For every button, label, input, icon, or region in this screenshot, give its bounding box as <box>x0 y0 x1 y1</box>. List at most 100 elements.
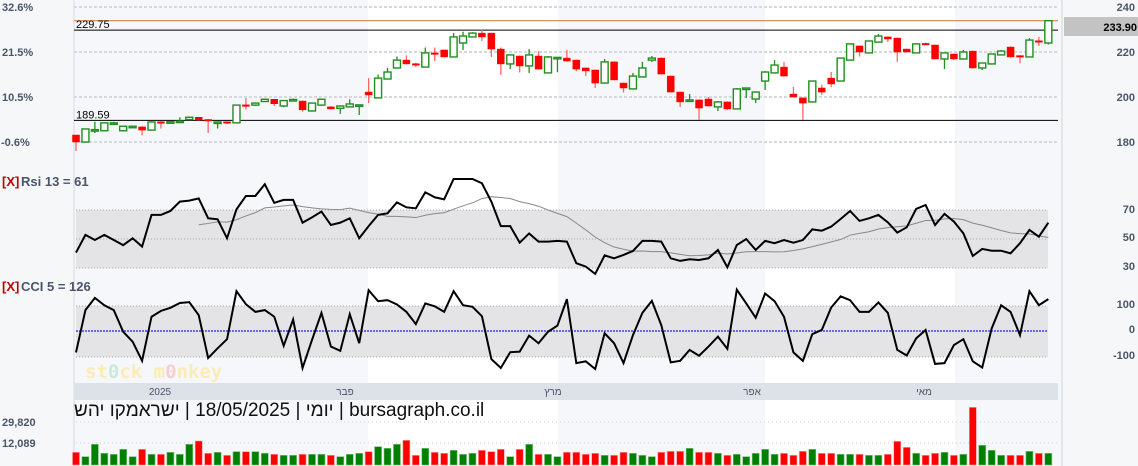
volume-bar <box>931 453 939 466</box>
candle-up <box>978 62 987 69</box>
candle-up <box>751 91 760 100</box>
chart-title: יומי | 18/05/2025 | ישראמקו יהש | bursag… <box>74 400 484 421</box>
candle-down <box>610 61 618 81</box>
cci-tick: 0 <box>1129 324 1135 336</box>
candle-down <box>194 117 203 121</box>
candle-up <box>874 35 883 43</box>
candle-down <box>327 106 335 110</box>
candle-up <box>307 102 317 112</box>
stock-monkey-logo: st0ck m0nkey <box>85 361 222 383</box>
volume-bar <box>657 452 666 466</box>
candle-up <box>373 77 383 99</box>
candle-up <box>987 53 996 65</box>
candle-down <box>666 75 675 93</box>
cci-close-button[interactable]: [X] <box>2 279 19 294</box>
candle-down <box>1006 46 1015 58</box>
candle-down <box>789 93 798 98</box>
volume-bar <box>836 454 845 466</box>
candle-down <box>657 57 666 75</box>
volume-bar <box>817 453 826 466</box>
volume-bar <box>921 455 930 466</box>
candle-down <box>827 77 835 85</box>
volume-bar <box>487 451 496 466</box>
volume-bar <box>770 454 779 466</box>
volume-bar <box>336 456 345 466</box>
rsi-tick: 30 <box>1123 261 1135 273</box>
volume-bar <box>959 454 968 466</box>
volume-bar <box>742 456 751 466</box>
candle-up <box>628 75 638 90</box>
candle-up <box>260 98 269 103</box>
volume-bar <box>81 456 90 466</box>
volume-bar <box>714 453 722 466</box>
volume-bar <box>912 453 920 466</box>
volume-bar <box>317 454 326 466</box>
volume-bar <box>468 453 477 466</box>
candle-down <box>1035 40 1043 43</box>
volume-bar <box>119 449 127 466</box>
volume-bar <box>874 455 883 466</box>
candle-down <box>818 87 826 93</box>
volume-bar <box>525 444 533 466</box>
volume-bar <box>383 448 392 466</box>
candle-down <box>921 43 930 46</box>
candle-down <box>780 66 788 77</box>
volume-bar <box>91 444 99 466</box>
volume-bar <box>676 451 684 466</box>
volume-bar <box>166 452 175 466</box>
volume-bar <box>213 452 222 466</box>
candle-down <box>884 36 892 40</box>
candle-down <box>572 59 581 70</box>
volume-bar <box>138 449 146 466</box>
volume-bar <box>751 453 760 466</box>
x-axis-bar <box>74 383 1058 400</box>
volume-bar <box>308 454 316 466</box>
candle-down <box>969 50 977 69</box>
candle-up <box>458 35 468 44</box>
last-price-label: 233.90 <box>1103 22 1137 34</box>
candle-up <box>317 98 326 106</box>
candle-down <box>534 55 543 70</box>
candle-down <box>695 99 703 109</box>
candle-down <box>582 67 590 72</box>
volume-bar <box>496 449 505 466</box>
candle-up <box>251 102 260 106</box>
candle-up <box>336 105 345 109</box>
volume-bar <box>940 452 949 466</box>
volume-bar <box>72 452 80 466</box>
candle-down <box>515 55 524 67</box>
candle-up <box>911 43 921 54</box>
candle-up <box>468 32 477 38</box>
candle-down <box>723 101 732 110</box>
candle-up <box>864 40 874 54</box>
candle-up <box>109 122 118 126</box>
candle-up <box>166 121 175 124</box>
candle-up <box>647 57 657 61</box>
volume-bar <box>581 454 590 466</box>
rsi-close-button[interactable]: [X] <box>2 174 19 189</box>
candle-down <box>704 98 713 107</box>
candle-up <box>449 36 458 58</box>
volume-bar <box>1016 455 1024 466</box>
candle-down <box>72 134 80 143</box>
candle-down <box>497 48 505 65</box>
volume-bar <box>421 448 430 466</box>
candle-up <box>421 52 430 68</box>
volume-bar <box>109 454 118 466</box>
candle-up <box>506 54 515 65</box>
volume-bar <box>799 451 807 466</box>
volume-bar <box>695 452 703 466</box>
volume-bar <box>270 454 279 466</box>
candle-down <box>402 59 411 65</box>
volume-bar <box>648 456 656 466</box>
candle-up <box>760 71 770 82</box>
candle-up <box>81 128 90 143</box>
volume-bar <box>827 453 836 466</box>
price-tick: 180 <box>1117 137 1135 149</box>
volume-bar <box>298 454 307 466</box>
candle-up <box>1044 20 1053 44</box>
candle-up <box>732 88 741 110</box>
candle-up <box>742 87 751 91</box>
volume-bar <box>430 452 439 466</box>
price-tick: 240 <box>1117 2 1135 14</box>
